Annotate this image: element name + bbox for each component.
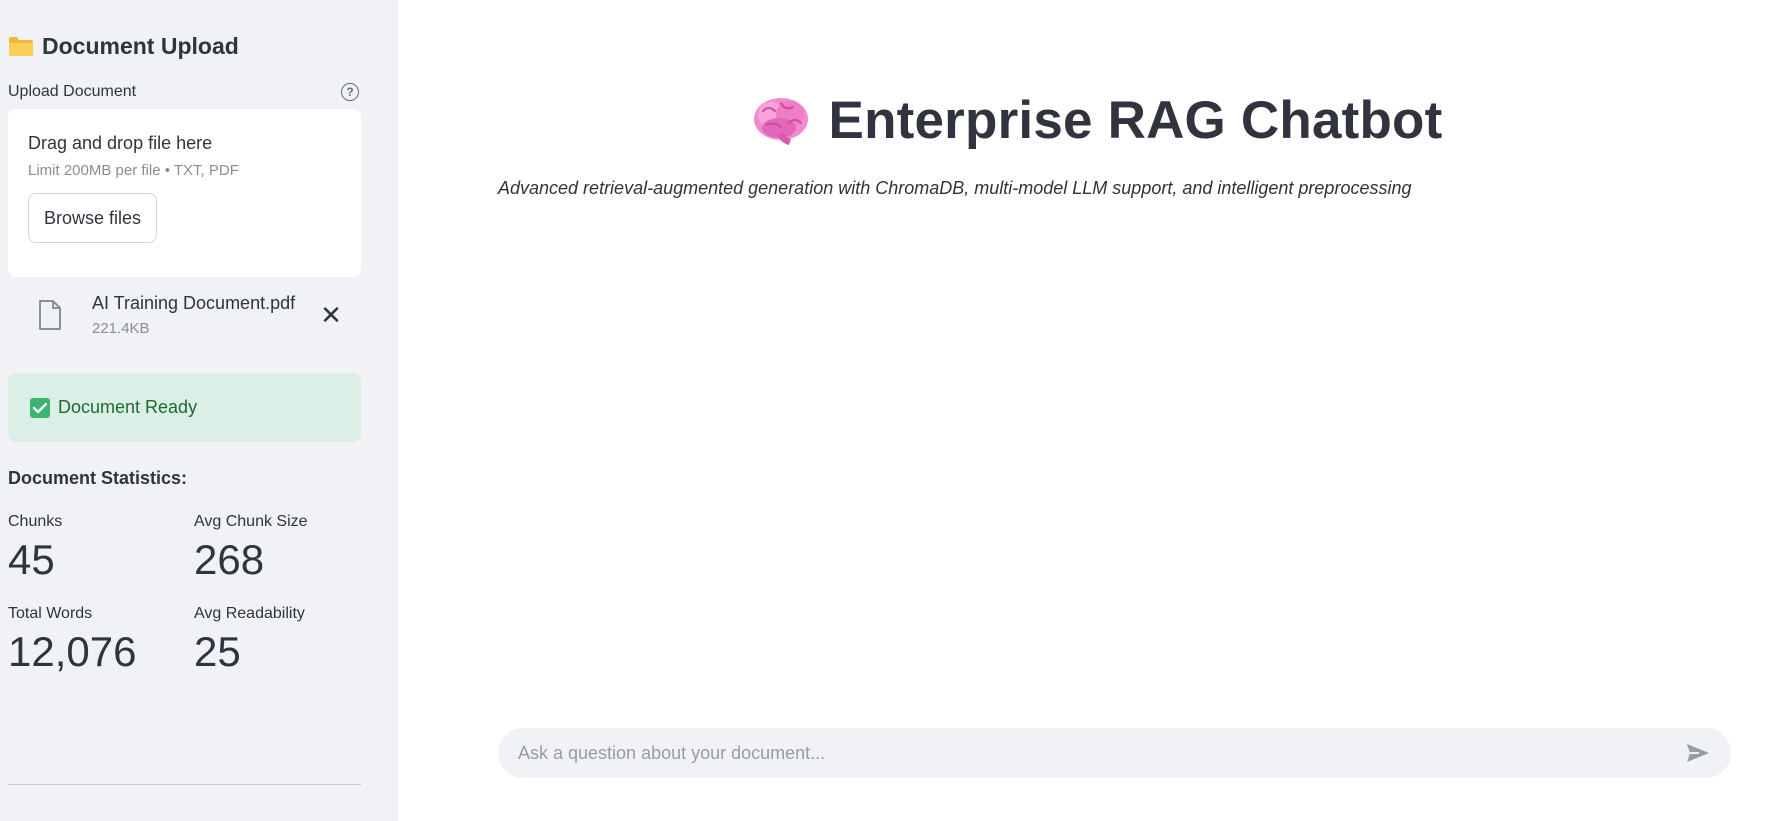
chat-input-bar [498, 728, 1731, 778]
stat-total-words: Total Words 12,076 [8, 605, 194, 675]
sidebar-divider [8, 784, 361, 785]
stat-value: 25 [194, 628, 241, 676]
stat-label: Avg Readability [194, 605, 305, 623]
brain-icon [751, 95, 811, 147]
browse-files-button[interactable]: Browse files [28, 193, 158, 243]
page-subtitle: Advanced retrieval-augmented generation … [498, 178, 1412, 198]
file-meta: AI Training Document.pdf 221.4KB [92, 293, 319, 337]
stats-grid: Chunks 45 Avg Chunk Size 268 Total Words… [8, 513, 361, 675]
stat-value: 268 [194, 536, 265, 583]
stat-value: 45 [8, 536, 55, 583]
file-dropzone[interactable]: Drag and drop file here Limit 200MB per … [8, 109, 361, 277]
upload-label: Upload Document [8, 83, 137, 100]
file-name: AI Training Document.pdf [92, 293, 296, 313]
file-icon [38, 300, 62, 330]
dropzone-limit: Limit 200MB per file • TXT, PDF [28, 162, 239, 179]
close-icon[interactable]: ✕ [319, 302, 343, 328]
main-content: Enterprise RAG Chatbot Advanced retrieva… [398, 0, 1790, 821]
sidebar-header: Document Upload [8, 30, 361, 62]
status-alert: Document Ready [8, 373, 361, 442]
send-icon[interactable] [1685, 742, 1711, 764]
page-title: Enterprise RAG Chatbot [828, 91, 1443, 150]
stat-avg-readability: Avg Readability 25 [194, 605, 364, 675]
stats-title: Document Statistics: [8, 468, 188, 488]
stat-label: Avg Chunk Size [194, 513, 308, 530]
app: Document Upload Upload Document ? Drag a… [0, 0, 1790, 821]
stat-chunks: Chunks 45 [8, 513, 194, 583]
page-header: Enterprise RAG Chatbot [398, 90, 1790, 151]
upload-label-row: Upload Document ? [8, 82, 361, 102]
sidebar: Document Upload Upload Document ? Drag a… [0, 0, 398, 821]
chat-input[interactable] [518, 742, 1685, 764]
status-text: Document Ready [58, 397, 198, 417]
uploaded-file: AI Training Document.pdf 221.4KB ✕ [8, 277, 361, 353]
checkbox-check-icon [30, 397, 50, 418]
stat-label: Total Words [8, 605, 93, 623]
help-icon[interactable]: ? [341, 83, 359, 101]
file-size: 221.4KB [92, 320, 150, 337]
folder-icon [8, 35, 34, 57]
stat-value: 12,076 [8, 628, 137, 676]
stat-avg-chunk-size: Avg Chunk Size 268 [194, 513, 364, 583]
stat-label: Chunks [8, 513, 63, 530]
dropzone-title: Drag and drop file here [28, 133, 213, 153]
sidebar-title: Document Upload [42, 32, 239, 59]
